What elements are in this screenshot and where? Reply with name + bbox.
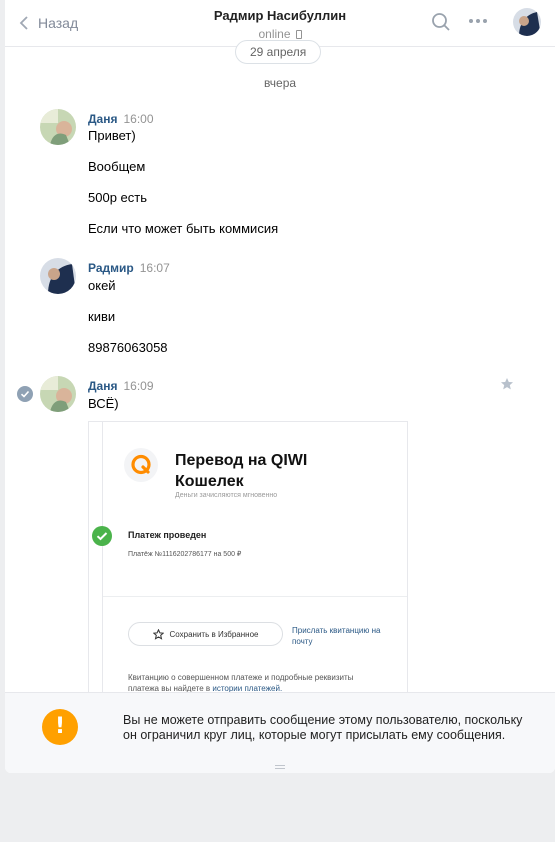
email-receipt-link[interactable]: Прислать квитанцию на почту: [292, 625, 392, 647]
receipt-content: Перевод на QIWI Кошелек Деньги зачисляют…: [92, 422, 407, 700]
online-status: online: [258, 27, 291, 41]
receipt-info: Квитанцию о совершенном платеже и подроб…: [128, 673, 354, 693]
notice-text: Вы не можете отправить сообщение этому п…: [123, 713, 523, 742]
message-author[interactable]: Даня 16:00: [88, 112, 154, 126]
blocked-notice: ! Вы не можете отправить сообщение этому…: [5, 692, 555, 773]
day-separator: вчера: [263, 76, 297, 90]
more-icon[interactable]: [468, 18, 488, 24]
message-text: 500р есть: [88, 190, 147, 205]
message-author[interactable]: Радмир 16:07: [88, 261, 170, 275]
receipt-subtitle: Деньги зачисляются мгновенно: [175, 492, 278, 499]
message-text: Если что может быть коммисия: [88, 221, 279, 236]
message-author[interactable]: Даня 16:09: [88, 379, 154, 393]
contact-avatar[interactable]: [513, 8, 541, 36]
receipt-title: Перевод на QIWI Кошелек: [175, 452, 308, 490]
success-check-icon: [92, 526, 112, 546]
resize-handle[interactable]: [275, 765, 285, 769]
save-to-favorites-button[interactable]: Сохранить в Избранное: [128, 622, 283, 646]
payment-status: Платеж проведен: [128, 530, 207, 540]
message-text: 89876063058: [88, 340, 168, 355]
avatar[interactable]: [40, 258, 76, 294]
message-text: окей: [88, 278, 116, 293]
read-check-icon: [17, 386, 33, 402]
divider: [103, 596, 407, 597]
search-icon[interactable]: [431, 12, 451, 32]
message-text: киви: [88, 309, 116, 324]
star-outline-icon: [152, 628, 164, 640]
message-time: 16:07: [139, 261, 170, 275]
qiwi-logo-icon: [124, 448, 158, 482]
message-text: Привет): [88, 128, 136, 143]
warning-icon: !: [42, 709, 78, 745]
date-pill: 29 апреля: [235, 40, 322, 64]
star-icon[interactable]: [500, 377, 514, 391]
qiwi-receipt-card[interactable]: Перевод на QIWI Кошелек Деньги зачисляют…: [88, 421, 408, 701]
message-text: Вообщем: [88, 159, 146, 174]
chat-panel: Назад Радмир Насибуллин online 29 апреля…: [5, 0, 555, 773]
message-time: 16:00: [123, 112, 154, 126]
save-label: Сохранить в Избранное: [169, 629, 259, 639]
contact-status: online: [5, 27, 555, 41]
message-time: 16:09: [123, 379, 154, 393]
phone-icon: [295, 30, 302, 39]
message-text: ВСЁ): [88, 396, 119, 411]
payment-detail: Платёж №1116202786177 на 500 ₽: [128, 551, 242, 558]
avatar[interactable]: [40, 109, 76, 145]
avatar[interactable]: [40, 376, 76, 412]
